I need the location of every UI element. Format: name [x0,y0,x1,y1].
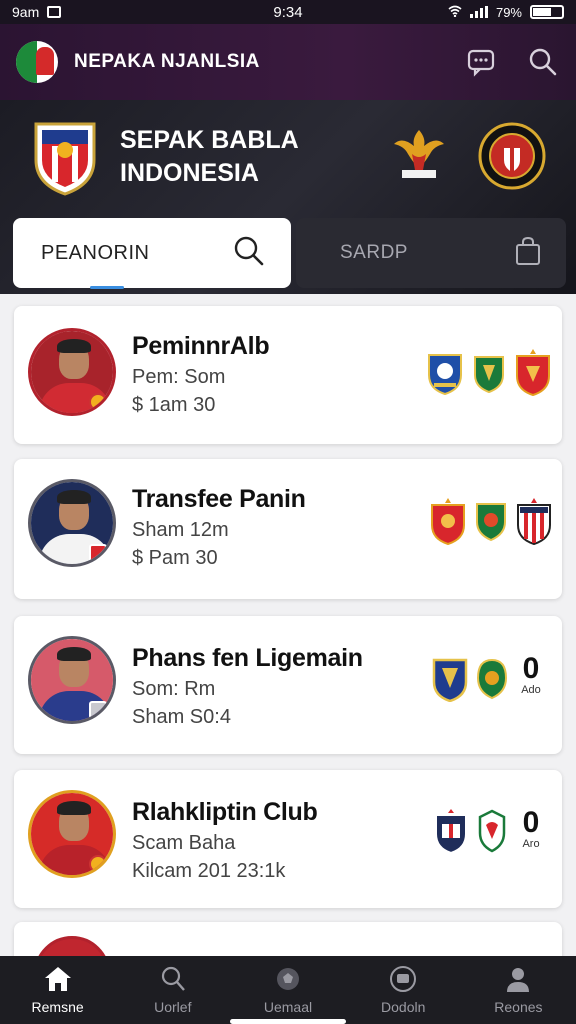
nav-chat-label: Dodoln [381,999,426,1015]
nav-profile[interactable]: Reones [461,956,576,1024]
clock: 9:34 [273,3,303,21]
club-badges [426,348,552,396]
tab-bar: PEANORIN SARDP [0,216,576,294]
tab-search[interactable]: PEANORIN [13,218,291,288]
nav-search-label: Uorlef [154,999,192,1015]
search-icon [529,48,557,76]
chat-icon [467,49,495,77]
player-info: Som: Rm [132,678,216,700]
soccer-league-logo-icon [16,41,58,83]
score-label: Aro [522,838,540,850]
club-crest-icon [34,122,96,196]
person-search-icon [161,966,185,991]
bottom-nav: Remsne Uorlef Uemaal Dodoln Reones [0,956,576,1024]
club-badges [432,656,508,702]
chat-icon [390,966,417,992]
ball-icon [277,968,299,990]
score-label: Ado [521,684,541,696]
list-item[interactable]: Phans fen Ligemain Som: Rm Sham S0:4 0 A… [14,616,562,754]
avatar [28,328,116,416]
nav-profile-label: Reones [494,999,543,1015]
player-name: Phans fen Ligemain [132,644,363,672]
nav-match-label: Uemaal [263,999,313,1015]
player-value: $ 1am 30 [132,394,216,416]
hero-title: SEPAK BABLA INDONESIA [120,126,299,187]
player-value: Sham S0:4 [132,706,231,728]
score-value: 0 [522,806,540,839]
app-bar: NEPAKA NJANLSIA [0,24,576,100]
status-bar: 9am 9:34 79% [0,0,576,24]
club-red-icon [516,349,550,396]
club-badges [434,808,508,854]
tab-indicator [90,286,124,289]
club-white-icon [478,809,506,853]
player-info: Sham 12m [132,519,229,541]
list-item[interactable]: Rlahkliptin Club Scam Baha Kilcam 201 23… [14,770,562,908]
home-icon [44,967,71,991]
score-box: 0 Ado [514,652,548,697]
player-name: PeminnrAlb [132,332,270,360]
club-striped-icon [517,498,551,545]
app-title: NEPAKA NJANLSIA [74,51,260,72]
avatar [28,479,116,567]
bag-icon [514,236,542,271]
player-list: PeminnrAlb Pem: Som $ 1am 30 Transfee Pa… [0,294,576,982]
player-name: Rlahkliptin Club [132,798,318,826]
profile-icon [507,968,530,992]
list-item[interactable]: PeminnrAlb Pem: Som $ 1am 30 [14,306,562,444]
nav-home-label: Remsne [31,999,84,1015]
battery-icon [530,5,564,19]
nav-chat[interactable]: Dodoln [346,956,461,1024]
avatar [28,636,116,724]
nav-search[interactable]: Uorlef [115,956,230,1024]
club-red-icon [431,498,465,545]
club-blue-icon [428,354,462,395]
chat-button[interactable] [464,45,498,79]
player-info: Pem: Som [132,366,226,388]
nav-home[interactable]: Remsne [0,956,115,1024]
club-green-icon [476,503,506,542]
federation-seal-icon [478,122,546,190]
club-navy-icon [435,809,467,854]
club-gold-icon [432,658,468,702]
club-green-icon [476,658,508,700]
tab-second-label: SARDP [340,242,408,263]
tab-search-label: PEANORIN [41,241,150,264]
search-button[interactable] [526,45,560,79]
club-badges [430,497,552,545]
home-indicator[interactable] [230,1019,346,1024]
club-green-icon [474,356,504,393]
player-value: $ Pam 30 [132,547,218,569]
list-item[interactable]: Transfee Panin Sham 12m $ Pam 30 [14,459,562,599]
nav-match[interactable]: Uemaal [230,956,345,1024]
player-value: Kilcam 201 23:1k [132,860,286,882]
score-value: 0 [522,652,540,685]
player-name: Transfee Panin [132,485,306,513]
avatar [28,790,116,878]
search-icon [233,235,265,272]
player-info: Scam Baha [132,832,236,854]
score-box: 0 Aro [514,806,548,851]
tab-second[interactable]: SARDP [296,218,566,288]
garuda-icon [394,130,444,178]
